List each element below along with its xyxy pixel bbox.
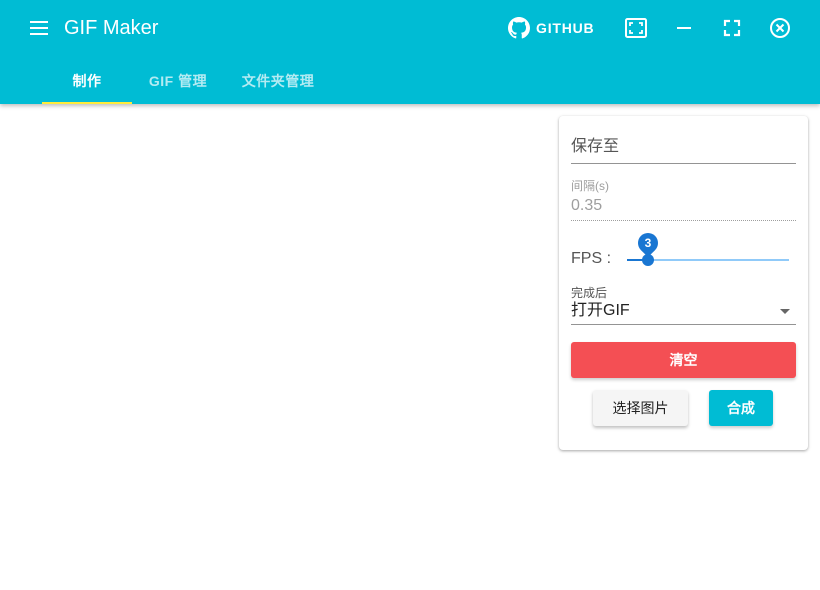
dropdown-arrow-icon bbox=[780, 309, 790, 314]
after-complete-value: 打开GIF bbox=[571, 302, 630, 319]
github-label: GITHUB bbox=[536, 20, 595, 36]
fps-value: 3 bbox=[644, 236, 652, 250]
tab-gif-manage[interactable]: GIF 管理 bbox=[132, 58, 224, 104]
interval-label: 间隔(s) bbox=[571, 179, 609, 193]
tab-make[interactable]: 制作 bbox=[42, 58, 132, 104]
menu-icon[interactable] bbox=[28, 16, 52, 40]
interval-field: 0.35 bbox=[571, 194, 796, 221]
after-complete-select[interactable]: 打开GIF bbox=[571, 299, 796, 325]
select-images-button[interactable]: 选择图片 bbox=[593, 390, 688, 426]
close-button[interactable] bbox=[768, 16, 792, 40]
settings-card: 保存至 间隔(s) 0.35 FPS : 3 完成后 打开GIF 清空 选择图片… bbox=[559, 116, 808, 450]
clear-button[interactable]: 清空 bbox=[571, 342, 796, 378]
compose-button[interactable]: 合成 bbox=[709, 390, 773, 426]
save-to-field[interactable]: 保存至 bbox=[571, 135, 796, 164]
slider-thumb[interactable] bbox=[642, 254, 654, 266]
app-title: GIF Maker bbox=[64, 17, 159, 39]
fps-slider[interactable]: 3 bbox=[627, 228, 789, 271]
github-icon bbox=[508, 17, 530, 39]
minimize-icon bbox=[677, 27, 691, 29]
screenshot-icon bbox=[625, 18, 647, 38]
github-button[interactable]: GITHUB bbox=[508, 14, 594, 42]
app-bar: GIF Maker GITHUB 制作 GIF 管理 文件夹管理 bbox=[0, 0, 820, 104]
tab-folder-manage[interactable]: 文件夹管理 bbox=[224, 58, 332, 104]
fps-label: FPS : bbox=[571, 250, 612, 267]
fullscreen-icon bbox=[723, 19, 741, 37]
close-icon bbox=[770, 18, 790, 38]
minimize-button[interactable] bbox=[672, 16, 696, 40]
tab-bar: 制作 GIF 管理 文件夹管理 bbox=[42, 58, 332, 104]
screenshot-button[interactable] bbox=[624, 16, 648, 40]
fullscreen-button[interactable] bbox=[720, 16, 744, 40]
